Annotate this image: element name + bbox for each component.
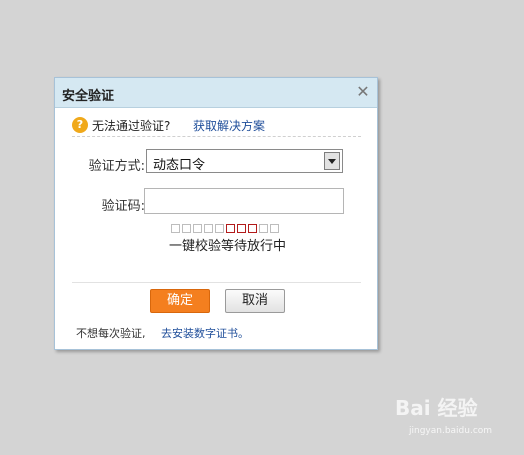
progress-indicator: [171, 224, 281, 234]
question-icon: ?: [72, 117, 88, 133]
progress-dot: [182, 224, 191, 233]
progress-dot: [171, 224, 180, 233]
baidu-jingyan-watermark: Bai 经验 jingyan.baidu.com: [385, 390, 515, 445]
progress-dot: [193, 224, 202, 233]
cancel-button[interactable]: 取消: [225, 289, 285, 313]
verification-method-value: 动态口令: [153, 158, 206, 173]
help-text: 无法通过验证?: [92, 119, 171, 133]
progress-dot: [270, 224, 279, 233]
install-certificate-link[interactable]: 去安装数字证书。: [161, 325, 249, 341]
dialog-title: 安全验证: [62, 89, 115, 104]
status-text: 一键校验等待放行中: [168, 239, 286, 254]
divider: [72, 282, 361, 283]
progress-dot: [248, 224, 257, 233]
verification-code-label: 验证码:: [101, 199, 145, 214]
footer-text: 不想每次验证,: [76, 327, 146, 340]
close-icon[interactable]: ✕: [355, 83, 371, 101]
confirm-button[interactable]: 确定: [150, 289, 210, 313]
progress-dot: [204, 224, 213, 233]
get-solution-link[interactable]: 获取解决方案: [193, 117, 265, 134]
security-verification-dialog: 安全验证 ✕ ? 无法通过验证? 获取解决方案 验证方式: 动态口令 验证码: …: [54, 77, 378, 350]
watermark-brand: Bai 经验: [395, 396, 478, 420]
progress-dot: [237, 224, 246, 233]
watermark-url: jingyan.baidu.com: [409, 426, 493, 436]
dialog-titlebar: 安全验证 ✕: [55, 78, 377, 108]
help-line: ? 无法通过验证? 获取解决方案: [72, 116, 361, 137]
verification-method-select[interactable]: 动态口令: [146, 149, 343, 173]
chevron-down-icon[interactable]: [324, 152, 340, 170]
verification-code-input[interactable]: [144, 188, 344, 214]
progress-dot: [226, 224, 235, 233]
progress-dot: [259, 224, 268, 233]
verification-method-label: 验证方式:: [88, 159, 145, 174]
progress-dot: [215, 224, 224, 233]
